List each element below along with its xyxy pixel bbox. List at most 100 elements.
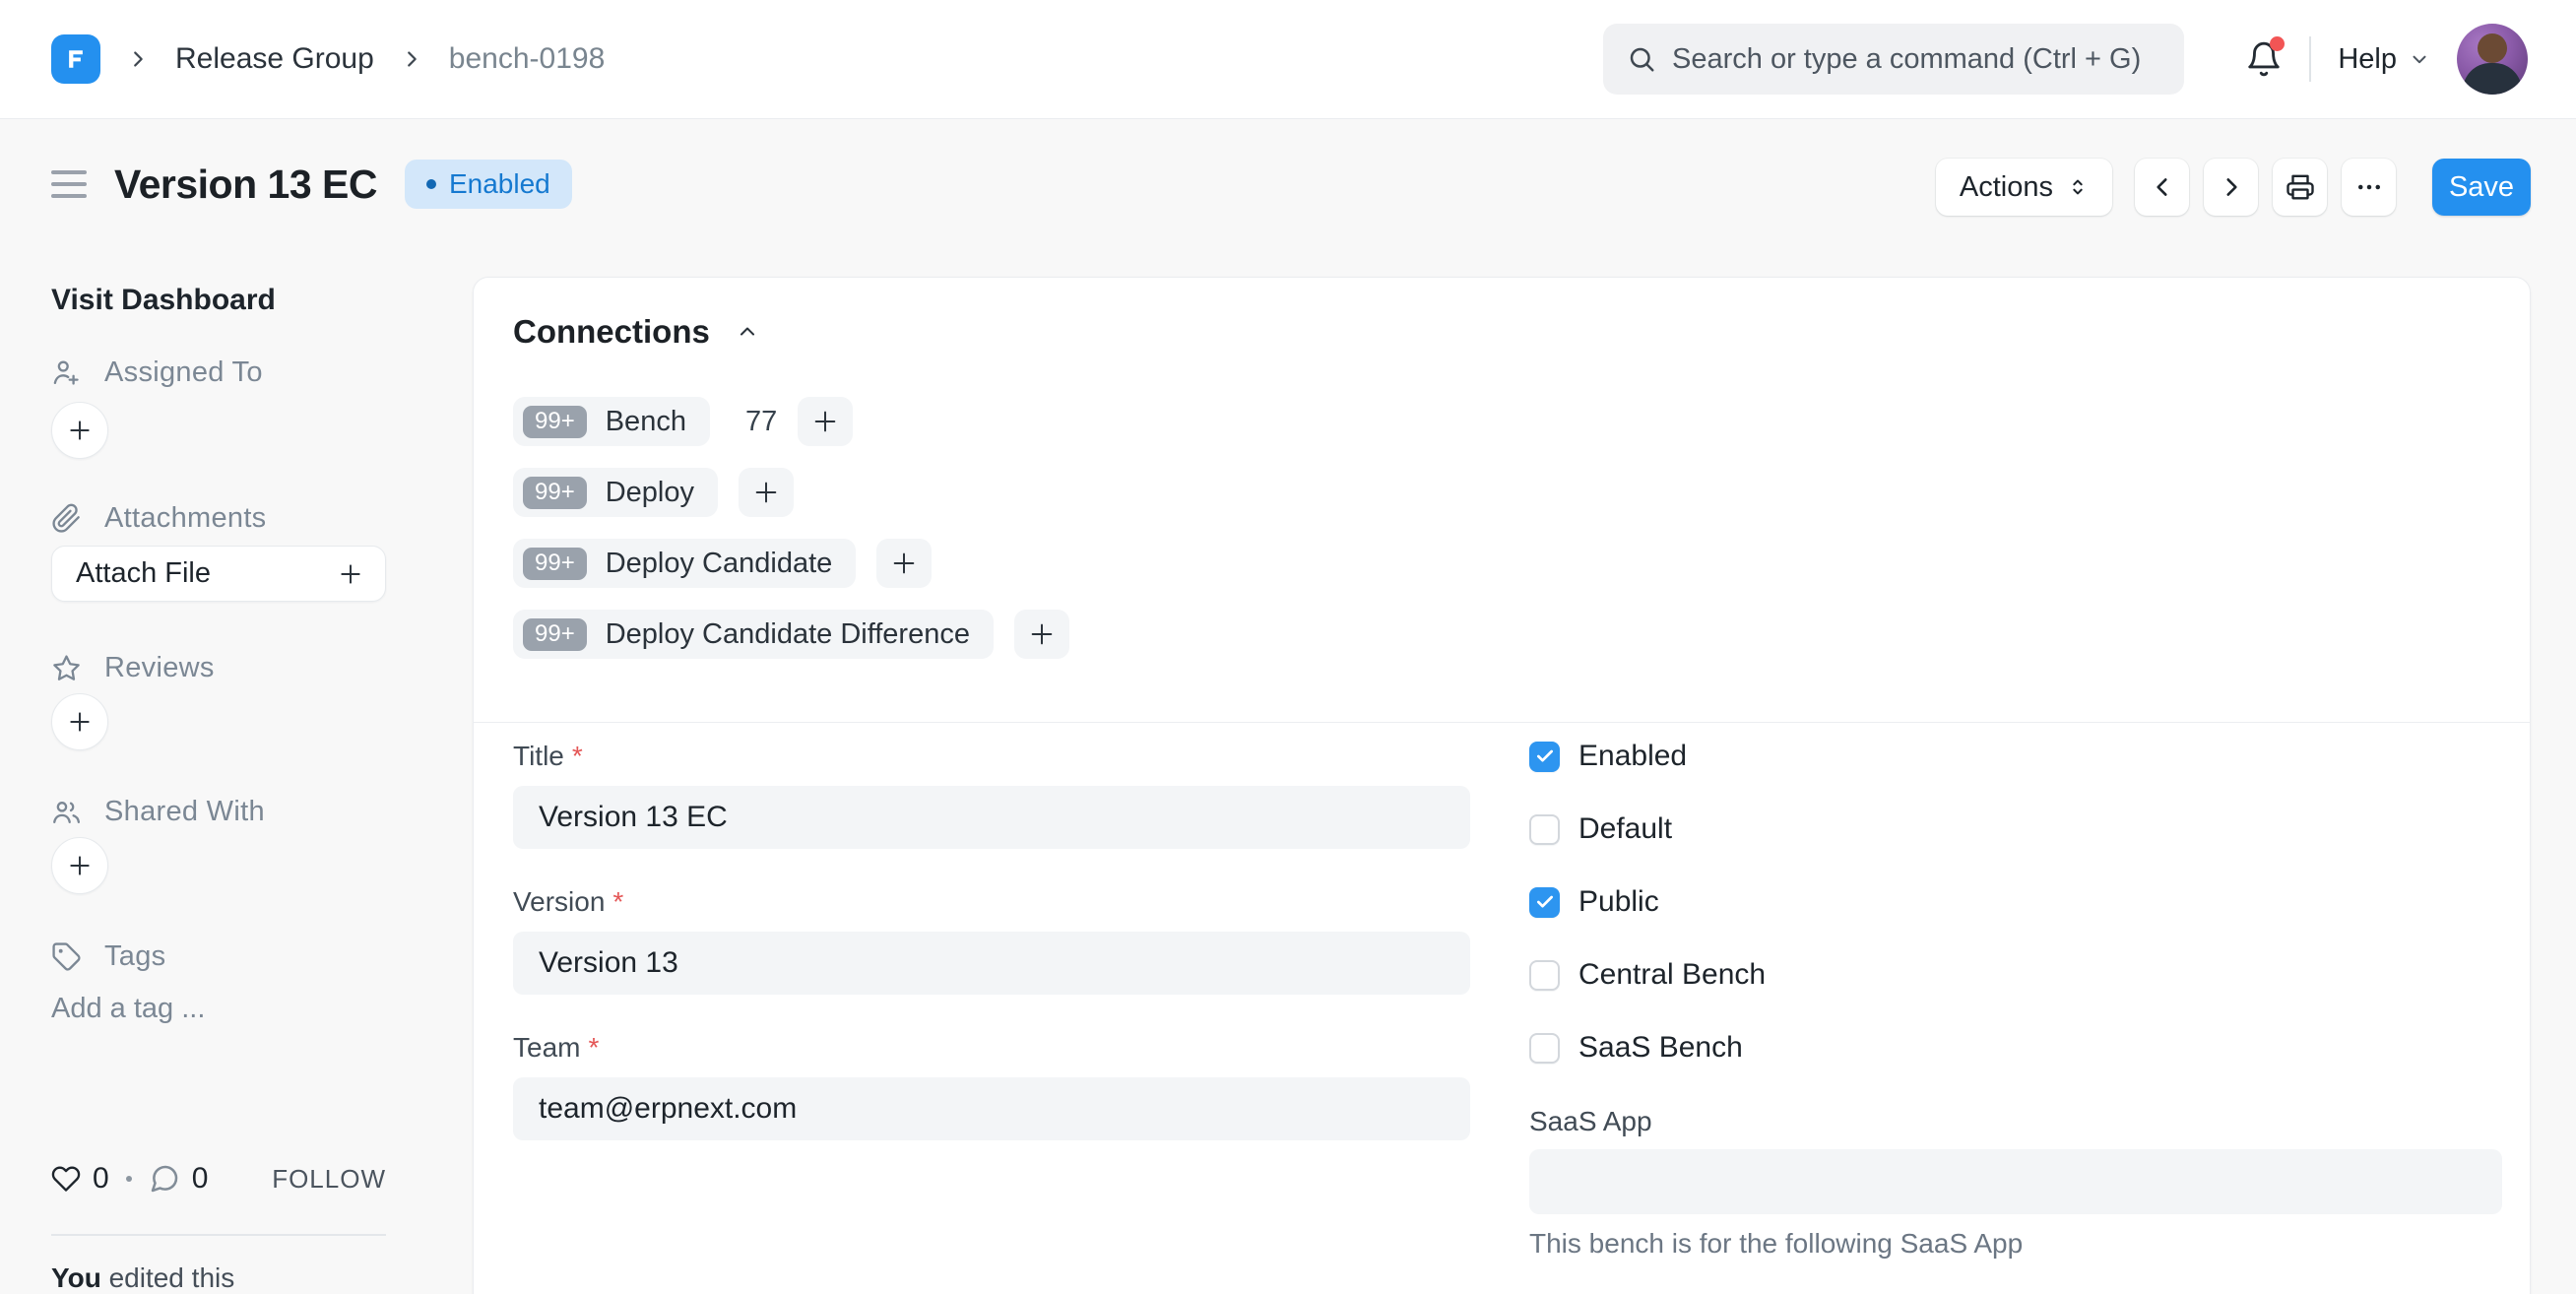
add-bench-button[interactable] <box>798 397 853 446</box>
title-field: Title* <box>513 741 1470 849</box>
connections-title: Connections <box>513 313 710 351</box>
required-marker: * <box>588 1032 599 1063</box>
required-marker: * <box>572 741 583 771</box>
heart-icon[interactable] <box>51 1164 81 1194</box>
tags-section: Tags <box>51 940 165 973</box>
add-deploy-candidate-button[interactable] <box>876 539 932 588</box>
open-count: 77 <box>745 406 777 438</box>
add-review-button[interactable] <box>51 693 108 750</box>
status-badge: Enabled <box>405 160 572 209</box>
connection-link-bench[interactable]: 99+ Bench <box>513 397 710 446</box>
form-card: Connections 99+ Bench 77 99+ Deploy <box>473 277 2531 1294</box>
connection-row: 99+ Deploy Candidate <box>513 539 1069 588</box>
print-button[interactable] <box>2273 159 2327 216</box>
team-field: Team* <box>513 1032 1470 1140</box>
assign-user-icon <box>51 357 82 388</box>
connection-link-deploy-candidate[interactable]: 99+ Deploy Candidate <box>513 539 856 588</box>
last-edited-text: You edited this <box>51 1262 234 1294</box>
connection-link-deploy[interactable]: 99+ Deploy <box>513 468 718 517</box>
saas-app-input[interactable] <box>1529 1149 2502 1214</box>
actions-button[interactable]: Actions <box>1936 159 2112 216</box>
checkbox-icon[interactable] <box>1529 887 1560 918</box>
connection-row: 99+ Bench 77 <box>513 397 1069 446</box>
checkbox-icon[interactable] <box>1529 814 1560 845</box>
breadcrumb-parent[interactable]: Release Group <box>175 42 374 76</box>
frappe-logo-icon[interactable] <box>51 34 100 84</box>
navbar-right: Help <box>2245 0 2528 118</box>
follow-button[interactable]: FOLLOW <box>272 1164 386 1195</box>
tag-icon <box>51 941 82 972</box>
chevron-right-icon <box>2219 174 2244 200</box>
page-actions: Actions Save <box>1936 159 2531 216</box>
ellipsis-icon <box>2354 172 2384 202</box>
public-checkbox-row[interactable]: Public <box>1529 887 2502 917</box>
chevron-right-icon <box>127 48 149 70</box>
notifications-bell-icon[interactable] <box>2245 38 2283 80</box>
paperclip-icon <box>51 503 82 534</box>
section-divider <box>474 722 2530 723</box>
help-menu[interactable]: Help <box>2338 43 2430 76</box>
comment-icon[interactable] <box>149 1163 180 1195</box>
previous-document-button[interactable] <box>2135 159 2189 216</box>
add-share-button[interactable] <box>51 837 108 894</box>
comment-count: 0 <box>192 1162 209 1196</box>
chevron-right-icon <box>401 48 422 70</box>
chevron-up-icon <box>736 320 759 344</box>
required-marker: * <box>612 886 623 917</box>
save-button[interactable]: Save <box>2432 159 2531 216</box>
saas-app-label: SaaS App <box>1529 1106 2502 1137</box>
like-count: 0 <box>93 1162 109 1196</box>
count-badge: 99+ <box>523 548 587 580</box>
star-icon <box>51 653 82 683</box>
form-column-right: Enabled Default Public Central Bench Saa… <box>1529 742 2502 1260</box>
add-deploy-candidate-difference-button[interactable] <box>1014 610 1069 659</box>
status-dot <box>426 179 436 189</box>
next-document-button[interactable] <box>2204 159 2258 216</box>
attachments-section: Attachments <box>51 502 267 535</box>
menu-icon[interactable] <box>51 166 87 202</box>
page-title: Version 13 EC <box>114 162 377 208</box>
breadcrumb-current: bench-0198 <box>449 42 605 76</box>
checkbox-icon[interactable] <box>1529 960 1560 991</box>
visit-dashboard-link[interactable]: Visit Dashboard <box>51 284 276 317</box>
count-badge: 99+ <box>523 406 587 438</box>
sidebar-divider <box>51 1234 386 1236</box>
connections-section-header[interactable]: Connections <box>513 313 759 351</box>
search-input[interactable] <box>1672 43 2160 76</box>
add-assignment-button[interactable] <box>51 402 108 459</box>
version-input[interactable] <box>513 932 1470 995</box>
checkbox-icon[interactable] <box>1529 1033 1560 1064</box>
printer-icon <box>2286 172 2315 202</box>
shared-with-section: Shared With <box>51 796 265 828</box>
connection-row: 99+ Deploy Candidate Difference <box>513 610 1069 659</box>
form-column-left: Title* Version* Team* <box>513 741 1470 1178</box>
central-bench-checkbox-row[interactable]: Central Bench <box>1529 960 2502 990</box>
document-social-row: 0 0 FOLLOW <box>51 1162 386 1196</box>
default-checkbox-row[interactable]: Default <box>1529 814 2502 844</box>
assigned-to-section: Assigned To <box>51 356 263 389</box>
global-search[interactable] <box>1603 24 2184 95</box>
team-input[interactable] <box>513 1077 1470 1140</box>
add-deploy-button[interactable] <box>739 468 794 517</box>
count-badge: 99+ <box>523 618 587 651</box>
attach-file-button[interactable]: Attach File <box>51 546 386 602</box>
enabled-checkbox-row[interactable]: Enabled <box>1529 742 2502 771</box>
chevron-left-icon <box>2150 174 2175 200</box>
title-input[interactable] <box>513 786 1470 849</box>
saas-app-help-text: This bench is for the following SaaS App <box>1529 1228 2502 1260</box>
select-chevrons-icon <box>2067 176 2089 198</box>
saas-bench-checkbox-row[interactable]: SaaS Bench <box>1529 1033 2502 1063</box>
navbar-divider <box>2309 36 2311 82</box>
more-menu-button[interactable] <box>2342 159 2396 216</box>
users-icon <box>51 797 82 827</box>
search-icon <box>1627 44 1656 74</box>
dot-separator <box>126 1176 132 1182</box>
page-header: Version 13 EC Enabled <box>51 154 572 215</box>
connections-list: 99+ Bench 77 99+ Deploy 99+ Deploy Candi… <box>513 397 1069 680</box>
user-avatar[interactable] <box>2457 24 2528 95</box>
navbar: Release Group bench-0198 Help <box>0 0 2576 119</box>
checkbox-icon[interactable] <box>1529 742 1560 772</box>
add-tag-input[interactable]: Add a tag ... <box>51 993 205 1025</box>
connection-link-deploy-candidate-difference[interactable]: 99+ Deploy Candidate Difference <box>513 610 994 659</box>
version-field: Version* <box>513 886 1470 995</box>
